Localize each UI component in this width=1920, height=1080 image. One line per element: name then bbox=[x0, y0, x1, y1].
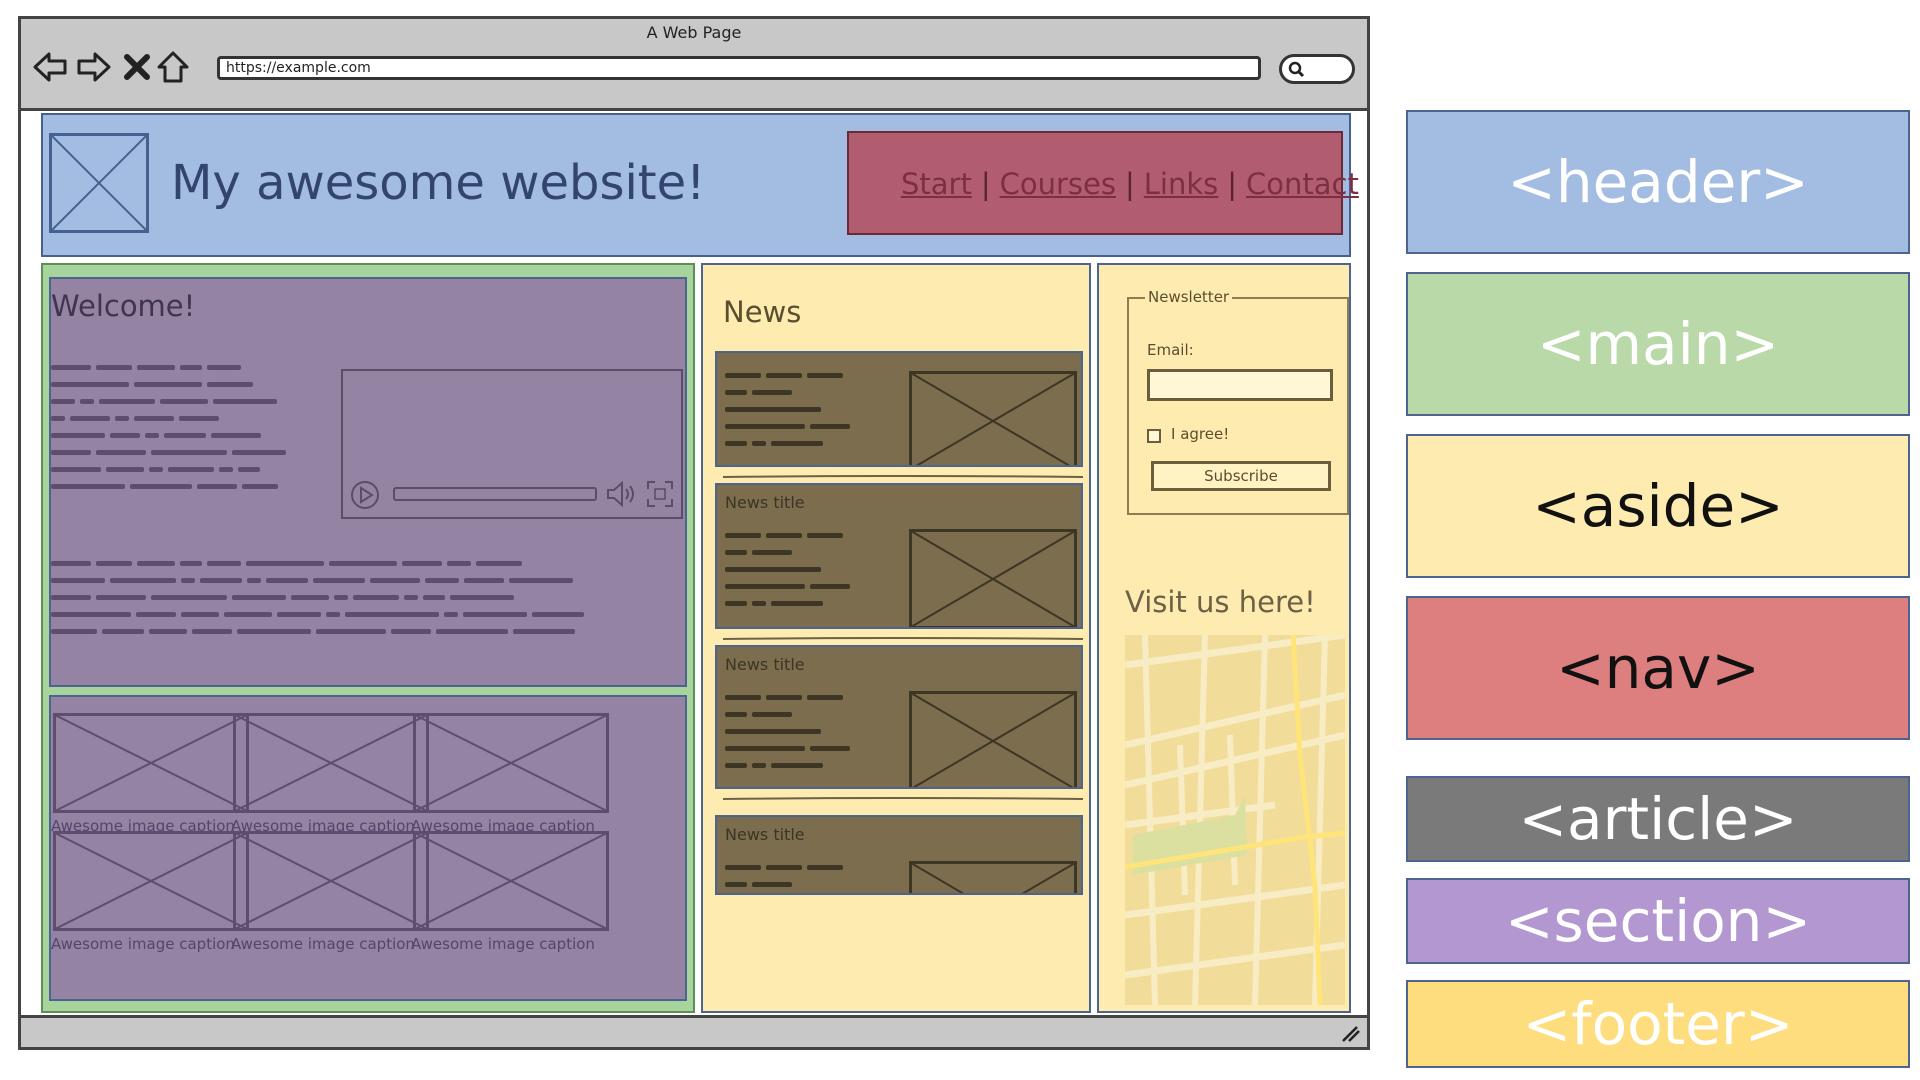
gallery-image-placeholder[interactable] bbox=[53, 713, 249, 813]
placeholder-text-block bbox=[725, 533, 850, 606]
divider-line bbox=[723, 475, 1083, 478]
legend-item: <aside> bbox=[1406, 434, 1910, 578]
news-article-title: News title bbox=[725, 825, 805, 844]
gallery-image-placeholder[interactable] bbox=[413, 713, 609, 813]
subscribe-button[interactable]: Subscribe bbox=[1151, 461, 1331, 491]
gallery-caption: Awesome image caption bbox=[51, 935, 235, 953]
legend-item: <main> bbox=[1406, 272, 1910, 416]
sidebar-aside: Newsletter Email: I agree! Subscribe Vis… bbox=[1097, 263, 1351, 1013]
legend-item: <section> bbox=[1406, 878, 1910, 964]
news-article[interactable]: News title bbox=[715, 645, 1083, 789]
placeholder-text-block bbox=[51, 561, 584, 634]
news-article[interactable] bbox=[715, 351, 1083, 467]
browser-window: A Web Page https://example.com My awesom… bbox=[18, 16, 1370, 1050]
visit-us-title: Visit us here! bbox=[1125, 585, 1316, 619]
news-image-placeholder[interactable] bbox=[909, 529, 1077, 629]
window-title: A Web Page bbox=[646, 23, 742, 42]
newsletter-form: Newsletter Email: I agree! Subscribe bbox=[1127, 288, 1349, 515]
agree-label: I agree! bbox=[1171, 425, 1230, 443]
email-label: Email: bbox=[1147, 341, 1194, 359]
news-article[interactable]: News title bbox=[715, 483, 1083, 629]
placeholder-text-block bbox=[725, 865, 843, 887]
logo-placeholder-icon bbox=[49, 133, 149, 233]
forward-arrow-icon[interactable] bbox=[73, 47, 113, 87]
search-field[interactable] bbox=[1279, 54, 1355, 84]
email-field[interactable] bbox=[1147, 369, 1333, 401]
play-icon[interactable] bbox=[349, 479, 381, 511]
agree-checkbox[interactable] bbox=[1147, 429, 1161, 443]
gallery-caption: Awesome image caption bbox=[231, 935, 415, 953]
nav-link-links[interactable]: Links bbox=[1144, 167, 1219, 201]
search-icon bbox=[1288, 61, 1305, 78]
divider-line bbox=[723, 797, 1083, 800]
newsletter-legend: Newsletter bbox=[1145, 288, 1233, 306]
news-image-placeholder[interactable] bbox=[909, 861, 1077, 895]
resize-grip-icon[interactable] bbox=[1339, 1023, 1361, 1043]
legend-item: <header> bbox=[1406, 110, 1910, 254]
page-header: My awesome website! Start | Courses | Links |… bbox=[41, 113, 1359, 257]
gallery-section: Awesome image caption Awesome image capti… bbox=[49, 695, 687, 1001]
main-area: Welcome! Awesome image caption Awesome i… bbox=[41, 263, 695, 1013]
legend-item: <nav> bbox=[1406, 596, 1910, 740]
nav-separator: | bbox=[1124, 167, 1135, 201]
close-x-icon[interactable] bbox=[117, 47, 157, 87]
video-player[interactable] bbox=[341, 369, 683, 519]
url-bar[interactable]: https://example.com bbox=[217, 56, 1261, 80]
fullscreen-icon[interactable] bbox=[645, 479, 675, 509]
news-column: News News title News title News title bbox=[701, 263, 1091, 1013]
nav-link-start[interactable]: Start bbox=[901, 167, 972, 201]
legend-item: <footer> bbox=[1406, 980, 1910, 1068]
nav-link-courses[interactable]: Courses bbox=[1000, 167, 1116, 201]
nav-link-contact[interactable]: Contact bbox=[1246, 167, 1359, 201]
nav-bar: Start | Courses | Links | Contact bbox=[847, 131, 1359, 235]
welcome-section: Welcome! bbox=[49, 277, 687, 687]
map-image[interactable] bbox=[1125, 635, 1345, 1005]
video-progress-bar[interactable] bbox=[393, 487, 597, 501]
back-arrow-icon[interactable] bbox=[31, 47, 71, 87]
placeholder-text-block bbox=[51, 365, 286, 489]
gallery-image-placeholder[interactable] bbox=[233, 831, 429, 931]
site-title: My awesome website! bbox=[171, 155, 706, 211]
news-article-title: News title bbox=[725, 655, 805, 674]
gallery-image-placeholder[interactable] bbox=[53, 831, 249, 931]
browser-status-bar bbox=[21, 1015, 1367, 1047]
placeholder-text-block bbox=[725, 695, 850, 768]
welcome-title: Welcome! bbox=[51, 289, 196, 323]
nav-separator: | bbox=[1227, 167, 1238, 201]
legend-item: <article> bbox=[1406, 776, 1910, 862]
browser-toolbar: A Web Page https://example.com bbox=[21, 19, 1367, 111]
news-title: News bbox=[723, 295, 802, 329]
gallery-image-placeholder[interactable] bbox=[233, 713, 429, 813]
news-article-title: News title bbox=[725, 493, 805, 512]
news-image-placeholder[interactable] bbox=[909, 371, 1077, 467]
volume-icon[interactable] bbox=[605, 477, 639, 511]
news-image-placeholder[interactable] bbox=[909, 691, 1077, 789]
placeholder-text-block bbox=[725, 373, 850, 446]
home-icon[interactable] bbox=[153, 47, 193, 87]
nav-separator: | bbox=[980, 167, 991, 201]
news-article[interactable]: News title bbox=[715, 815, 1083, 895]
divider-line bbox=[723, 637, 1083, 640]
gallery-caption: Awesome image caption bbox=[411, 935, 595, 953]
gallery-image-placeholder[interactable] bbox=[413, 831, 609, 931]
